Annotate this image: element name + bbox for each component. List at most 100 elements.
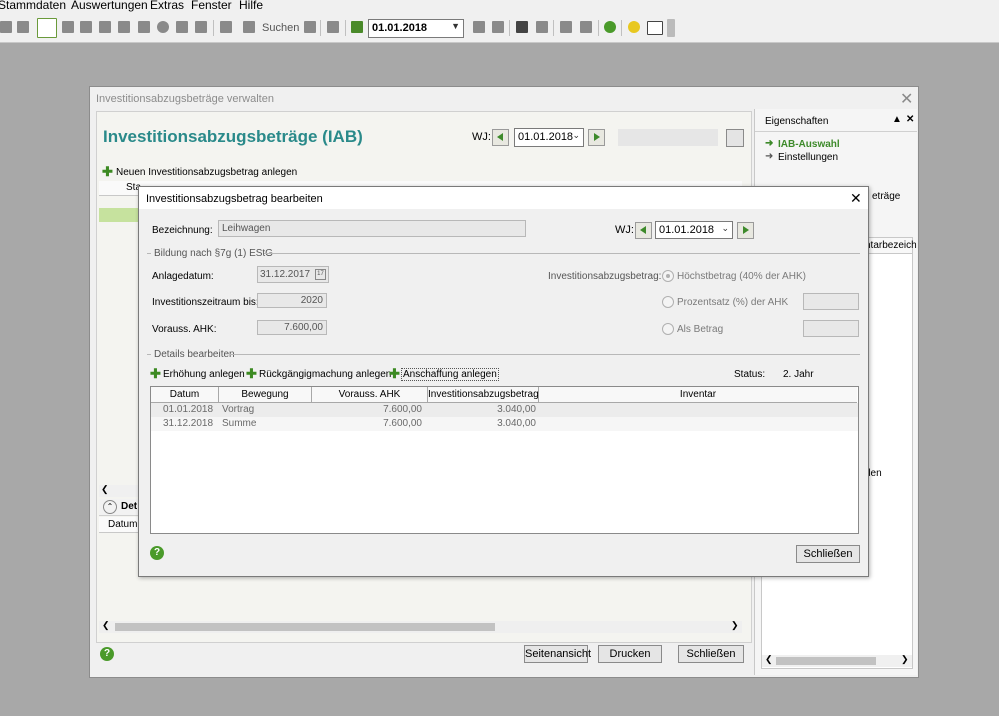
toolbar-icon[interactable] bbox=[99, 21, 111, 33]
add-reversal-link[interactable]: Rückgängigmachung anlegen bbox=[259, 369, 391, 380]
toolbar-icon[interactable] bbox=[536, 21, 548, 33]
column-header-inventar[interactable]: Inventar bbox=[539, 387, 857, 403]
toolbar-icon[interactable] bbox=[17, 21, 29, 33]
selected-row-indicator[interactable] bbox=[99, 208, 139, 222]
tree-icon[interactable] bbox=[37, 18, 57, 38]
menu-extras[interactable]: Extras bbox=[150, 0, 184, 12]
fixed-amount-input[interactable] bbox=[803, 320, 859, 337]
scroll-right-icon[interactable]: ❯ bbox=[901, 654, 909, 665]
calendar-icon[interactable]: 17 bbox=[315, 269, 326, 280]
next-year-button[interactable] bbox=[588, 129, 605, 146]
toolbar-icon[interactable] bbox=[195, 21, 207, 33]
list-icon[interactable] bbox=[80, 21, 92, 33]
toolbar-icon[interactable] bbox=[492, 21, 504, 33]
menu-hilfe[interactable]: Hilfe bbox=[239, 0, 263, 12]
wrench-icon[interactable] bbox=[62, 21, 74, 33]
percentage-input[interactable] bbox=[803, 293, 859, 310]
scroll-left-icon[interactable]: ❮ bbox=[102, 620, 110, 631]
close-icon[interactable]: ✕ bbox=[850, 190, 862, 207]
date-select[interactable]: 01.01.2018 ▼ bbox=[368, 19, 464, 38]
wj-label: WJ: bbox=[472, 131, 491, 143]
properties-item-iab[interactable]: IAB-Auswahl bbox=[778, 139, 840, 150]
properties-horizontal-scrollbar[interactable]: ❮ ❯ bbox=[762, 654, 912, 667]
scroll-left-icon[interactable]: ❮ bbox=[765, 654, 773, 665]
arrow-right-icon bbox=[594, 133, 600, 141]
toolbar-icon[interactable] bbox=[220, 21, 232, 33]
table-row[interactable]: 01.01.2018 Vortrag 7.600,00 3.040,00 bbox=[151, 403, 858, 417]
preview-button[interactable]: Seitenansicht bbox=[524, 645, 591, 663]
dialog-close-button[interactable]: Schließen bbox=[796, 545, 860, 563]
lightbulb-icon[interactable] bbox=[628, 21, 640, 33]
toolbar-icon[interactable] bbox=[118, 21, 130, 33]
close-icon[interactable]: ✕ bbox=[906, 114, 914, 125]
radio-max-amount[interactable] bbox=[662, 270, 674, 282]
radio-percentage-label: Prozentsatz (%) der AHK bbox=[677, 297, 789, 308]
collapse-icon[interactable]: ⌃ bbox=[103, 500, 117, 514]
zeitraum-input[interactable]: 2020 bbox=[257, 293, 327, 308]
properties-column-header[interactable]: ntarbezeich bbox=[865, 240, 917, 251]
scrollbar-thumb[interactable] bbox=[776, 657, 876, 665]
pin-icon[interactable]: ▲ bbox=[892, 114, 902, 125]
group-line bbox=[230, 354, 860, 355]
search-icon[interactable] bbox=[243, 21, 255, 33]
toolbar-icon[interactable] bbox=[157, 21, 169, 33]
toolbar-icon[interactable] bbox=[138, 21, 150, 33]
column-header-ahk[interactable]: Vorauss. AHK bbox=[312, 387, 428, 403]
scrollbar-thumb[interactable] bbox=[115, 623, 495, 631]
dialog-wj-date-select[interactable]: 01.01.2018 ⌄ bbox=[655, 221, 733, 239]
new-iab-link[interactable]: Neuen Investitionsabzugsbetrag anlegen bbox=[116, 167, 297, 178]
toolbar-icon[interactable] bbox=[580, 21, 592, 33]
toolbar-separator bbox=[621, 20, 622, 36]
dialog-next-year-button[interactable] bbox=[737, 222, 754, 239]
properties-item-settings[interactable]: Einstellungen bbox=[778, 152, 838, 163]
ahk-input[interactable]: 7.600,00 bbox=[257, 320, 327, 335]
main-close-button[interactable]: Schließen bbox=[678, 645, 744, 663]
radio-percentage[interactable] bbox=[662, 296, 674, 308]
column-header-datum[interactable]: Datum bbox=[151, 387, 219, 403]
column-header-iab[interactable]: Investitionsabzugsbetrag bbox=[428, 387, 539, 403]
anlagedatum-input[interactable]: 31.12.2017 17 bbox=[257, 266, 329, 283]
search-button-label[interactable]: Suchen bbox=[262, 22, 299, 34]
help-icon[interactable] bbox=[604, 21, 616, 33]
column-header-bewegung[interactable]: Bewegung bbox=[219, 387, 312, 403]
bezeichnung-input[interactable]: Leihwagen bbox=[218, 220, 526, 237]
plus-icon: ✚ bbox=[389, 366, 400, 381]
lex-icon[interactable] bbox=[647, 21, 663, 35]
filter-field[interactable] bbox=[618, 129, 718, 146]
toolbar-icon[interactable] bbox=[176, 21, 188, 33]
toolbar-icon[interactable] bbox=[327, 21, 339, 33]
cell-bewegung: Summe bbox=[222, 418, 257, 429]
anlagedatum-label: Anlagedatum: bbox=[152, 271, 214, 282]
calendar-arrow-icon[interactable] bbox=[351, 21, 363, 33]
details-horizontal-scrollbar[interactable]: ❮ ❯ bbox=[99, 620, 742, 633]
anlagedatum-value: 31.12.2017 bbox=[260, 269, 311, 280]
dialog-previous-year-button[interactable] bbox=[635, 222, 652, 239]
search-icon[interactable] bbox=[726, 129, 744, 147]
dialog-titlebar: Investitionsabzugsbetrag bearbeiten ✕ bbox=[139, 187, 868, 209]
add-increase-link[interactable]: Erhöhung anlegen bbox=[163, 369, 245, 380]
arrow-right-icon: ➜ bbox=[765, 138, 774, 149]
menu-auswertungen[interactable]: Auswertungen bbox=[71, 0, 148, 12]
toolbar-icon[interactable] bbox=[560, 21, 572, 33]
menu-fenster[interactable]: Fenster bbox=[191, 0, 232, 12]
grid-horizontal-scrollbar[interactable]: ❮ bbox=[99, 484, 139, 497]
toolbar-overflow-icon[interactable] bbox=[667, 19, 675, 37]
add-acquisition-link[interactable]: Anschaffung anlegen bbox=[401, 368, 499, 381]
arrow-left-icon bbox=[640, 226, 646, 234]
toolbar-icon[interactable] bbox=[516, 21, 528, 33]
menu-stammdaten[interactable]: Stammdaten bbox=[0, 0, 66, 12]
print-button[interactable]: Drucken bbox=[598, 645, 662, 663]
wj-date-select[interactable]: 01.01.2018 ⌄ bbox=[514, 128, 584, 147]
close-icon[interactable]: ✕ bbox=[900, 89, 913, 109]
scroll-right-icon[interactable]: ❯ bbox=[731, 620, 739, 631]
radio-fixed-amount[interactable] bbox=[662, 323, 674, 335]
table-row[interactable]: 31.12.2018 Summe 7.600,00 3.040,00 bbox=[151, 417, 858, 431]
toolbar-icon[interactable] bbox=[0, 21, 12, 33]
previous-year-button[interactable] bbox=[492, 129, 509, 146]
cell-datum: 31.12.2018 bbox=[163, 418, 214, 429]
help-icon[interactable]: ? bbox=[150, 546, 164, 560]
scroll-left-icon[interactable]: ❮ bbox=[101, 484, 109, 495]
help-icon[interactable]: ? bbox=[100, 647, 114, 661]
toolbar-icon[interactable] bbox=[473, 21, 485, 33]
toolbar-icon[interactable] bbox=[304, 21, 316, 33]
